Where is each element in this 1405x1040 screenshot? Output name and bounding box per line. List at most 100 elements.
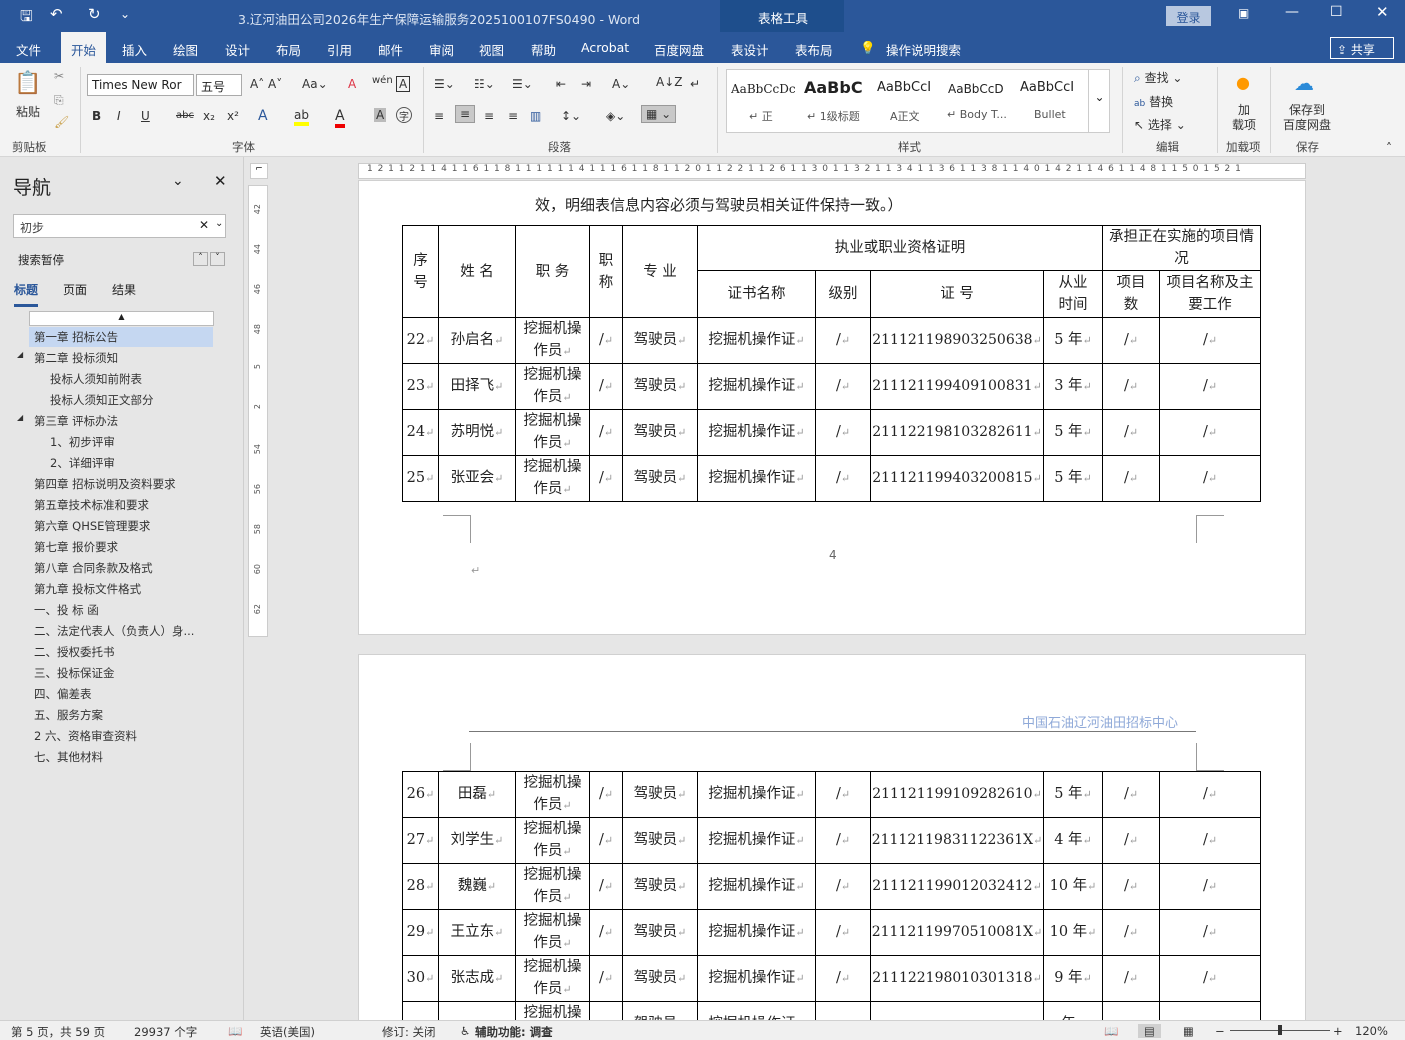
- table-cell[interactable]: 项目数: [1102, 270, 1160, 318]
- table-cell[interactable]: 序号: [402, 225, 439, 318]
- table-cell[interactable]: /↵: [1102, 455, 1160, 502]
- distributed-icon[interactable]: ▥: [530, 109, 541, 123]
- table-cell[interactable]: 5 年↵: [1043, 409, 1103, 456]
- align-center-icon[interactable]: ≡: [455, 105, 476, 123]
- table-cell[interactable]: /↵: [1159, 409, 1261, 456]
- nav-close-icon[interactable]: ✕: [214, 172, 227, 190]
- expand-icon[interactable]: ◢: [17, 350, 23, 359]
- nav-heading-item[interactable]: 三、投标保证金: [34, 665, 115, 681]
- nav-heading-item[interactable]: 第四章 招标说明及资料要求: [34, 476, 176, 492]
- clear-format-icon[interactable]: A: [348, 77, 356, 91]
- baidu-cloud-icon[interactable]: ☁: [1294, 71, 1314, 95]
- enclose-char-icon[interactable]: 字: [396, 107, 412, 123]
- subscript-button[interactable]: x₂: [203, 109, 215, 123]
- table-cell[interactable]: 级别: [815, 270, 871, 318]
- vertical-ruler[interactable]: 42 44 46 48 5 2 54 56 58 60 62: [248, 185, 268, 637]
- table-cell[interactable]: /↵: [589, 455, 623, 502]
- increase-indent-icon[interactable]: ⇥: [581, 77, 591, 91]
- share-button[interactable]: ⇪ 共享 ⌄: [1330, 37, 1394, 72]
- style-body-name[interactable]: A正文: [890, 108, 920, 124]
- table-cell[interactable]: 挖掘机操作员↵: [515, 409, 590, 456]
- paste-button[interactable]: 粘贴: [16, 103, 40, 120]
- expand-icon[interactable]: ◢: [17, 413, 23, 422]
- shading-icon[interactable]: ◈⌄: [606, 109, 625, 123]
- style-heading1-name[interactable]: ↵ 1级标题: [807, 108, 860, 124]
- nav-heading-item[interactable]: 第二章 投标须知: [34, 350, 118, 366]
- table-cell[interactable]: 专 业: [622, 225, 698, 318]
- table-cell[interactable]: 田择飞↵: [438, 363, 516, 410]
- nav-heading-item[interactable]: 二、授权委托书: [34, 644, 115, 660]
- table-cell[interactable]: 驾驶员↵: [622, 363, 698, 410]
- tab-baidu[interactable]: 百度网盘: [654, 40, 704, 59]
- table-cell[interactable]: 挖掘机操作证↵: [697, 317, 816, 364]
- table-cell[interactable]: 22↵: [402, 317, 439, 364]
- next-result-button[interactable]: ˅: [210, 252, 225, 266]
- nav-heading-item[interactable]: 第一章 招标公告: [29, 327, 213, 347]
- tab-selector[interactable]: ⌐: [250, 163, 268, 179]
- style-bodyt-name[interactable]: ↵ Body T...: [947, 108, 1007, 121]
- table-cell[interactable]: 挖掘机操作证↵: [697, 455, 816, 502]
- styles-more-icon[interactable]: ⌄: [1088, 70, 1110, 132]
- table-cell[interactable]: 211121198903250638↵: [870, 317, 1044, 364]
- style-body-preview[interactable]: AaBbCcI: [877, 80, 931, 95]
- table-cell[interactable]: /↵: [815, 363, 871, 410]
- accessibility-status[interactable]: 辅助功能: 调查: [475, 1024, 553, 1040]
- style-bullet-name[interactable]: Bullet: [1034, 108, 1066, 121]
- table-cell[interactable]: /↵: [815, 409, 871, 456]
- nav-heading-item[interactable]: 第九章 投标文件格式: [34, 581, 141, 597]
- tab-home[interactable]: 开始: [61, 32, 107, 63]
- multilevel-list-icon[interactable]: ☰⌄: [512, 77, 533, 91]
- show-marks-icon[interactable]: ↵: [690, 77, 700, 91]
- table-cell[interactable]: 孙启名↵: [438, 317, 516, 364]
- scroll-up-button[interactable]: ▲: [29, 311, 214, 326]
- horizontal-ruler[interactable]: 1 2 1 1 2 1 1 4 1 1 6 1 1 8 1 1 1 1 1 1 …: [358, 163, 1306, 179]
- borders-icon[interactable]: ▦ ⌄: [641, 105, 677, 123]
- zoom-slider-thumb[interactable]: [1278, 1025, 1282, 1035]
- table-cell[interactable]: 5 年↵: [1043, 455, 1103, 502]
- addins-button[interactable]: 加 载项: [1232, 103, 1256, 133]
- tab-draw[interactable]: 绘图: [173, 40, 198, 59]
- minimize-button[interactable]: —: [1285, 4, 1299, 20]
- print-layout-icon[interactable]: ▤: [1138, 1024, 1161, 1038]
- nav-heading-item[interactable]: 投标人须知前附表: [50, 371, 142, 387]
- search-dropdown-icon[interactable]: ⌄: [215, 218, 223, 229]
- style-bullet-preview[interactable]: AaBbCcI: [1020, 80, 1082, 95]
- table-cell[interactable]: 挖掘机操作证↵: [697, 409, 816, 456]
- underline-button[interactable]: U: [141, 109, 150, 123]
- table-cell[interactable]: 5 年↵: [1043, 317, 1103, 364]
- zoom-out-button[interactable]: −: [1215, 1024, 1225, 1038]
- collapse-ribbon-icon[interactable]: ˄: [1386, 141, 1392, 155]
- table-cell[interactable]: 姓 名: [438, 225, 516, 318]
- table-cell[interactable]: 211121199409100831↵: [870, 363, 1044, 410]
- table-cell[interactable]: 挖掘机操作员↵: [515, 317, 590, 364]
- nav-heading-item[interactable]: 二、法定代表人（负责人）身...: [34, 623, 194, 639]
- format-painter-icon[interactable]: 🖌: [54, 115, 69, 129]
- nav-heading-item[interactable]: 四、偏差表: [34, 686, 92, 702]
- table-cell[interactable]: 211122198103282611↵: [870, 409, 1044, 456]
- addins-icon[interactable]: ●: [1236, 73, 1250, 92]
- table-cell[interactable]: 挖掘机操作员↵: [515, 363, 590, 410]
- table-cell[interactable]: /↵: [589, 317, 623, 364]
- table-cell[interactable]: 挖掘机操作证↵: [697, 363, 816, 410]
- table-cell[interactable]: 承担正在实施的项目情况: [1102, 225, 1261, 271]
- nav-options-icon[interactable]: ⌄: [172, 173, 184, 189]
- tab-table-design[interactable]: 表设计: [731, 40, 769, 59]
- line-spacing-icon[interactable]: ↕⌄: [561, 109, 581, 123]
- tab-references[interactable]: 引用: [327, 40, 352, 59]
- tab-design[interactable]: 设计: [225, 40, 250, 59]
- ribbon-display-icon[interactable]: ▣: [1238, 6, 1249, 20]
- table-cell[interactable]: 苏明悦↵: [438, 409, 516, 456]
- table-cell[interactable]: 证 号: [870, 270, 1044, 318]
- undo-icon[interactable]: ↶: [50, 5, 63, 23]
- table-cell[interactable]: 23↵: [402, 363, 439, 410]
- clear-search-icon[interactable]: ✕: [199, 218, 209, 232]
- table-cell[interactable]: 从业时间: [1043, 270, 1103, 318]
- nav-heading-item[interactable]: 第六章 QHSE管理要求: [34, 518, 150, 534]
- tab-insert[interactable]: 插入: [122, 40, 147, 59]
- table-cell[interactable]: /↵: [1102, 409, 1160, 456]
- replace-button[interactable]: ab 替换: [1134, 93, 1173, 110]
- track-changes[interactable]: 修订: 关闭: [382, 1024, 436, 1040]
- table-cell[interactable]: 证书名称: [697, 270, 816, 318]
- numbering-icon[interactable]: ☷⌄: [474, 77, 495, 91]
- nav-heading-item[interactable]: 第三章 评标办法: [34, 413, 118, 429]
